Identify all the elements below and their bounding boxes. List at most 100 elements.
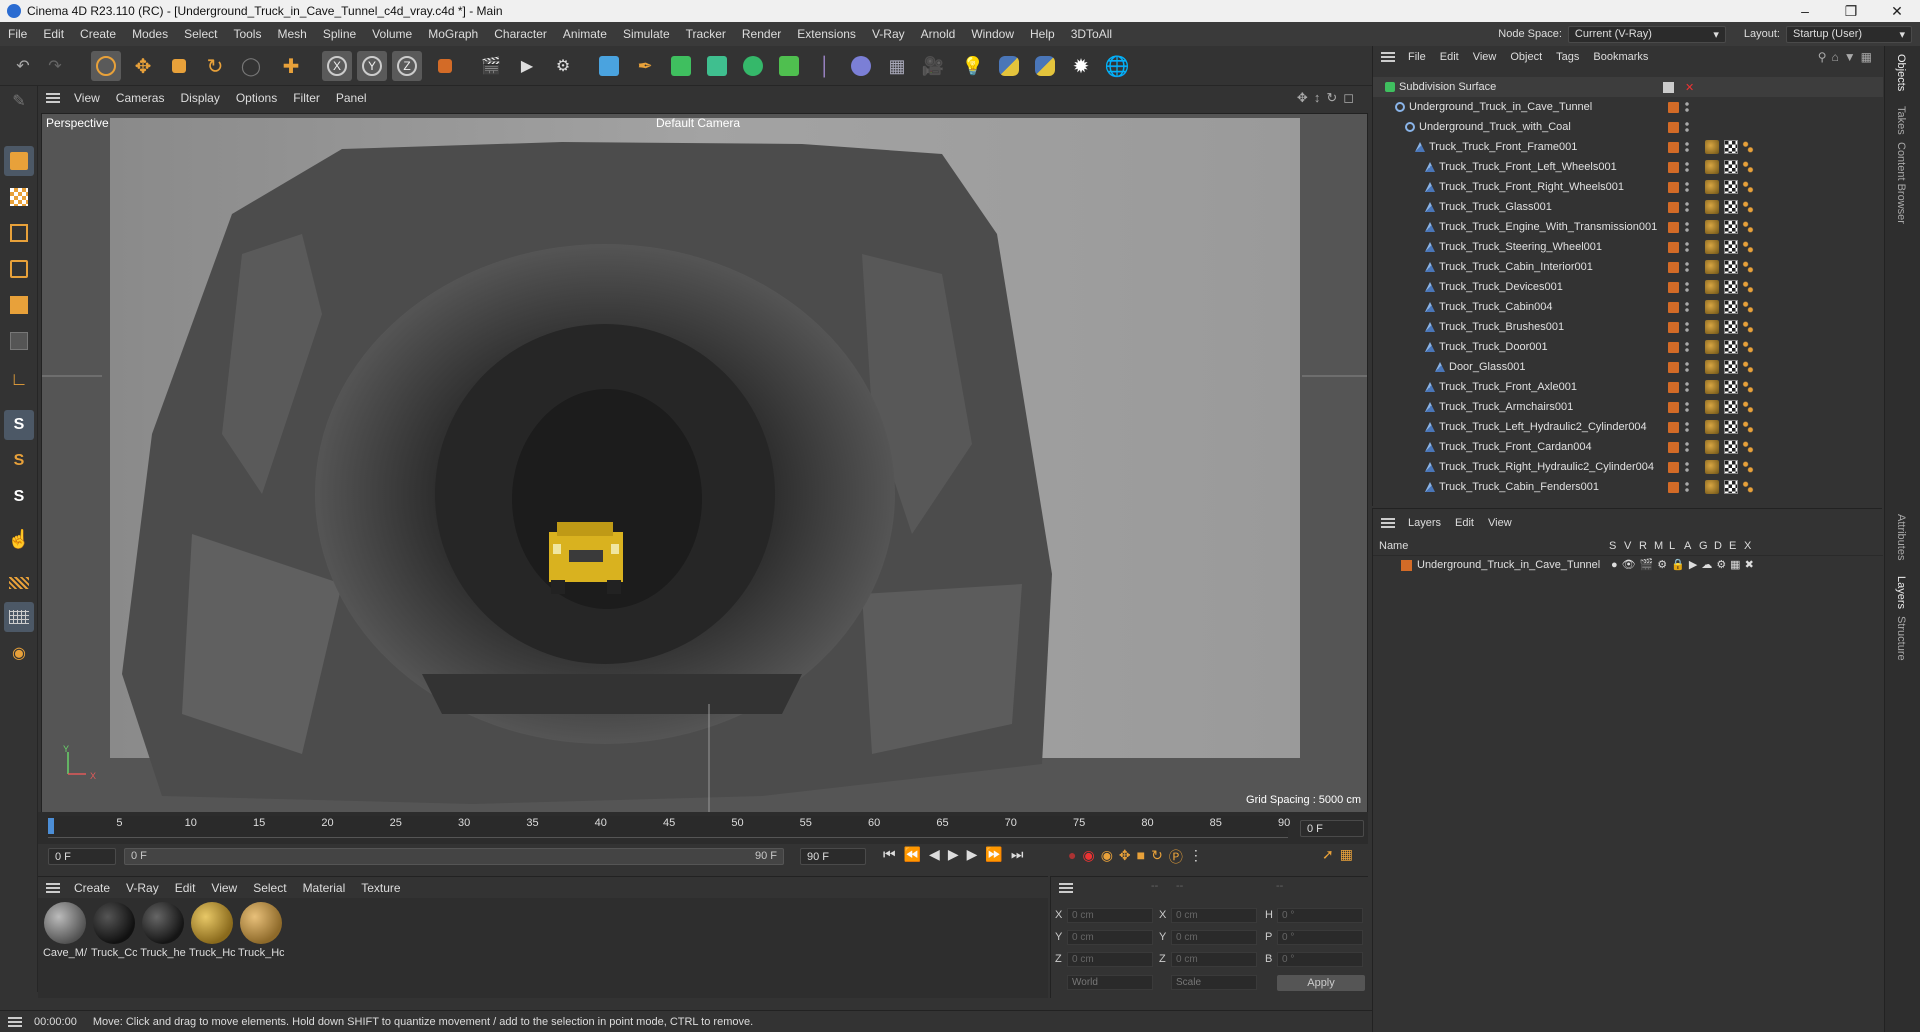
layer-color-icon[interactable] bbox=[1668, 221, 1679, 233]
object-hamburger-icon[interactable] bbox=[1381, 52, 1395, 62]
object-row[interactable]: Truck_Truck_Devices001 bbox=[1373, 277, 1883, 297]
rot-h-field[interactable]: 0 ° bbox=[1277, 908, 1363, 923]
current-frame-field[interactable]: 0 F bbox=[1300, 820, 1364, 837]
key-pla-icon[interactable]: ⋮ bbox=[1189, 847, 1203, 867]
object-row[interactable]: Truck_Truck_Left_Hydraulic2_Cylinder004 bbox=[1373, 417, 1883, 437]
material-tag-icon[interactable] bbox=[1705, 160, 1719, 174]
vp-menu-view[interactable]: View bbox=[66, 91, 108, 105]
texture-tag-icon[interactable] bbox=[1724, 420, 1738, 434]
go-to-end-icon[interactable]: ⏭ bbox=[1011, 846, 1024, 863]
visibility-dots-icon[interactable] bbox=[1685, 161, 1689, 173]
locked-workplane-icon[interactable] bbox=[4, 568, 34, 598]
menu-render[interactable]: Render bbox=[734, 27, 789, 41]
object-name[interactable]: Truck_Truck_Right_Hydraulic2_Cylinder004 bbox=[1439, 461, 1654, 473]
floor-icon[interactable]: ▦ bbox=[882, 51, 912, 81]
layer-name[interactable]: Underground_Truck_in_Cave_Tunnel bbox=[1417, 559, 1600, 571]
workplane-icon[interactable]: ☝ bbox=[4, 524, 34, 554]
z-axis-lock-icon[interactable]: Z bbox=[392, 51, 422, 81]
phong-tag-icon[interactable] bbox=[1742, 340, 1754, 354]
menu-animate[interactable]: Animate bbox=[555, 27, 615, 41]
layer-column-header[interactable]: E bbox=[1729, 540, 1736, 552]
tab-attributes[interactable]: Attributes bbox=[1895, 514, 1907, 560]
object-name[interactable]: Truck_Truck_Brushes001 bbox=[1439, 321, 1564, 333]
object-name[interactable]: Truck_Truck_Front_Right_Wheels001 bbox=[1439, 181, 1624, 193]
size-z-field[interactable]: 0 cm bbox=[1171, 952, 1257, 967]
texture-tag-icon[interactable] bbox=[1724, 240, 1738, 254]
material-swatch[interactable]: Truck_Hc bbox=[189, 902, 235, 964]
visibility-dots-icon[interactable] bbox=[1685, 481, 1689, 493]
object-name[interactable]: Truck_Truck_Front_Frame001 bbox=[1429, 141, 1577, 153]
layer-column-header[interactable]: L bbox=[1669, 540, 1675, 552]
layer-color-icon[interactable] bbox=[1668, 161, 1679, 173]
layer-color-icon[interactable] bbox=[1668, 321, 1679, 333]
object-row[interactable]: Door_Glass001 bbox=[1373, 357, 1883, 377]
live-selection-icon[interactable] bbox=[91, 51, 121, 81]
material-tag-icon[interactable] bbox=[1705, 360, 1719, 374]
render-picture-viewer-icon[interactable]: ▶ bbox=[512, 51, 542, 81]
texture-tag-icon[interactable] bbox=[1724, 440, 1738, 454]
material-tag-icon[interactable] bbox=[1705, 140, 1719, 154]
obj-menu-tags[interactable]: Tags bbox=[1549, 51, 1586, 63]
menu-create[interactable]: Create bbox=[72, 27, 124, 41]
layer-color-icon[interactable] bbox=[1668, 481, 1679, 493]
object-row[interactable]: Truck_Truck_Front_Left_Wheels001 bbox=[1373, 157, 1883, 177]
mat-menu-material[interactable]: Material bbox=[295, 881, 354, 895]
visibility-dots-icon[interactable] bbox=[1685, 261, 1689, 273]
layer-column-header[interactable]: X bbox=[1744, 540, 1751, 552]
node-space-select[interactable]: Current (V-Ray) ▾ bbox=[1567, 25, 1726, 43]
cloner-icon[interactable] bbox=[738, 51, 768, 81]
render-settings-icon[interactable]: ⚙ bbox=[548, 51, 578, 81]
recent-tool-icon[interactable]: ◯ bbox=[236, 51, 266, 81]
phong-tag-icon[interactable] bbox=[1742, 180, 1754, 194]
mat-menu-edit[interactable]: Edit bbox=[167, 881, 204, 895]
layer-column-header[interactable]: V bbox=[1624, 540, 1631, 552]
coords-hamburger-icon[interactable] bbox=[1059, 883, 1073, 893]
move-icon[interactable]: ✥ bbox=[128, 51, 158, 81]
object-row[interactable]: Truck_Truck_Brushes001 bbox=[1373, 317, 1883, 337]
material-swatch[interactable]: Truck_Cc bbox=[91, 902, 137, 964]
material-tag-icon[interactable] bbox=[1705, 240, 1719, 254]
texture-tag-icon[interactable] bbox=[1724, 180, 1738, 194]
subdivision-surface-icon[interactable] bbox=[666, 51, 696, 81]
layer-column-header[interactable]: G bbox=[1699, 540, 1708, 552]
texture-tag-icon[interactable] bbox=[1724, 320, 1738, 334]
object-name[interactable]: Truck_Truck_Armchairs001 bbox=[1439, 401, 1573, 413]
material-tag-icon[interactable] bbox=[1705, 320, 1719, 334]
next-frame-icon[interactable]: ▶ bbox=[967, 846, 978, 863]
object-name[interactable]: Underground_Truck_with_Coal bbox=[1419, 121, 1571, 133]
obj-menu-file[interactable]: File bbox=[1401, 51, 1433, 63]
mat-menu-select[interactable]: Select bbox=[245, 881, 294, 895]
tab-takes[interactable]: Takes bbox=[1895, 106, 1907, 135]
next-key-icon[interactable]: ⏩ bbox=[985, 846, 1002, 863]
layer-color-icon[interactable] bbox=[1668, 261, 1679, 273]
axis-mode-icon[interactable]: ∟ bbox=[4, 364, 34, 394]
object-name[interactable]: Truck_Truck_Engine_With_Transmission001 bbox=[1439, 221, 1657, 233]
key-rotation-icon[interactable]: ↻ bbox=[1151, 847, 1163, 867]
layer-column-header[interactable]: R bbox=[1639, 540, 1647, 552]
vp-menu-display[interactable]: Display bbox=[172, 91, 227, 105]
menu-simulate[interactable]: Simulate bbox=[615, 27, 678, 41]
object-name[interactable]: Truck_Truck_Door001 bbox=[1439, 341, 1548, 353]
menu-tracker[interactable]: Tracker bbox=[678, 27, 734, 41]
size-mode-select[interactable]: Scale bbox=[1171, 975, 1257, 990]
frame-range-slider[interactable]: 0 F 90 F bbox=[124, 848, 784, 865]
texture-tag-icon[interactable] bbox=[1724, 140, 1738, 154]
obj-menu-edit[interactable]: Edit bbox=[1433, 51, 1466, 63]
playhead[interactable] bbox=[48, 818, 54, 834]
uv-mode-icon[interactable] bbox=[4, 326, 34, 356]
phong-tag-icon[interactable] bbox=[1742, 440, 1754, 454]
object-row[interactable]: Truck_Truck_Front_Right_Wheels001 bbox=[1373, 177, 1883, 197]
object-name[interactable]: Truck_Truck_Cabin_Interior001 bbox=[1439, 261, 1593, 273]
object-name[interactable]: Truck_Truck_Front_Left_Wheels001 bbox=[1439, 161, 1617, 173]
undo-icon[interactable]: ↶ bbox=[8, 51, 38, 81]
phong-tag-icon[interactable] bbox=[1742, 160, 1754, 174]
phong-tag-icon[interactable] bbox=[1742, 460, 1754, 474]
layer-color-icon[interactable] bbox=[1668, 441, 1679, 453]
visibility-dots-icon[interactable] bbox=[1685, 381, 1689, 393]
make-editable-icon[interactable]: ✎ bbox=[4, 86, 34, 116]
mograph-icon[interactable] bbox=[774, 51, 804, 81]
visibility-dots-icon[interactable] bbox=[1685, 401, 1689, 413]
layer-color-icon[interactable] bbox=[1668, 381, 1679, 393]
material-swatch[interactable]: Truck_Hc bbox=[238, 902, 284, 964]
object-row[interactable]: Truck_Truck_Armchairs001 bbox=[1373, 397, 1883, 417]
